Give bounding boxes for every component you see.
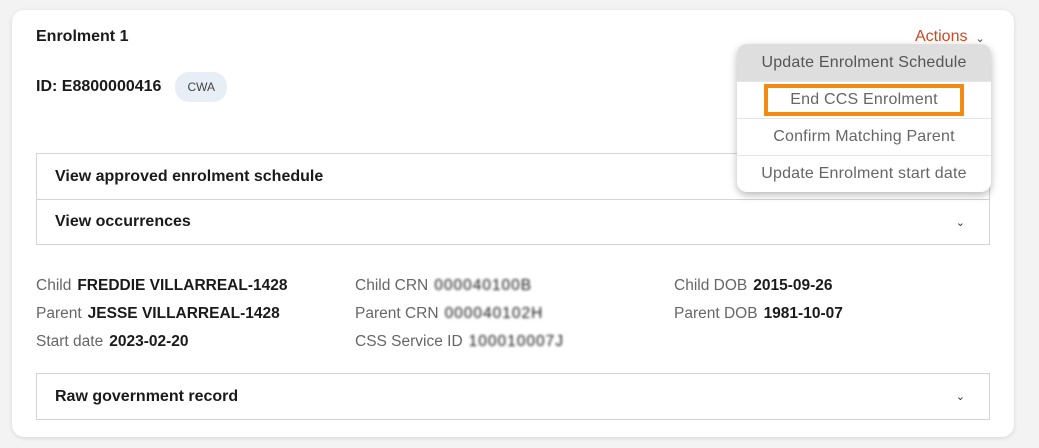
menu-item-label: Update Enrolment Schedule	[761, 53, 967, 71]
css-service-id-label: CSS Service ID	[355, 333, 463, 350]
menu-item-label: End CCS Enrolment	[764, 84, 964, 116]
details-column-3: Child DOB 2015-09-26 Parent DOB 1981-10-07	[674, 272, 843, 328]
parent-label: Parent	[36, 305, 82, 322]
view-occurrences-row[interactable]: View occurrences ⌄	[37, 199, 989, 244]
menu-item-label: Update Enrolment start date	[761, 165, 967, 182]
raw-record-row[interactable]: Raw government record ⌄	[37, 374, 989, 419]
enrolment-id-row: ID: E8800000416 CWA	[36, 72, 227, 102]
actions-dropdown-menu: Update Enrolment Schedule End CCS Enrolm…	[737, 44, 991, 192]
raw-record-panel: Raw government record ⌄	[36, 373, 990, 420]
child-crn-value: 000040100B	[434, 277, 533, 294]
details-column-1: Child FREDDIE VILLARREAL-1428 Parent JESSE…	[36, 272, 287, 356]
child-dob-label: Child DOB	[674, 277, 748, 294]
child-crn-label: Child CRN	[355, 277, 429, 294]
menu-item-update-enrolment-start-date[interactable]: Update Enrolment start date	[737, 155, 991, 192]
raw-record-label: Raw government record	[55, 387, 239, 405]
menu-item-end-ccs-enrolment[interactable]: End CCS Enrolment	[737, 81, 991, 118]
child-label: Child	[36, 277, 72, 294]
child-dob-value: 2015-09-26	[753, 277, 833, 294]
view-schedule-label: View approved enrolment schedule	[55, 167, 324, 185]
details-column-2: Child CRN 000040100B Parent CRN 000040102H…	[355, 272, 564, 356]
start-date-label: Start date	[36, 333, 104, 350]
menu-item-update-enrolment-schedule[interactable]: Update Enrolment Schedule	[737, 44, 991, 81]
status-badge: CWA	[175, 72, 227, 102]
menu-item-label: Confirm Matching Parent	[773, 128, 955, 145]
menu-item-confirm-matching-parent[interactable]: Confirm Matching Parent	[737, 118, 991, 155]
enrolment-title: Enrolment 1	[36, 28, 129, 45]
chevron-down-icon: ⌄	[955, 391, 965, 403]
chevron-down-icon: ⌄	[975, 32, 985, 45]
css-service-id-value: 100010007J	[468, 333, 565, 350]
start-date-value: 2023-02-20	[109, 333, 189, 350]
parent-value: JESSE VILLARREAL-1428	[87, 305, 280, 322]
parent-dob-label: Parent DOB	[674, 305, 758, 322]
chevron-down-icon: ⌄	[955, 216, 965, 229]
parent-crn-value: 000040102H	[444, 305, 544, 322]
view-occurrences-label: View occurrences	[55, 213, 191, 230]
enrolment-id: ID: E8800000416	[36, 78, 162, 95]
child-value: FREDDIE VILLARREAL-1428	[77, 277, 288, 294]
parent-crn-label: Parent CRN	[355, 305, 439, 322]
parent-dob-value: 1981-10-07	[763, 305, 843, 322]
